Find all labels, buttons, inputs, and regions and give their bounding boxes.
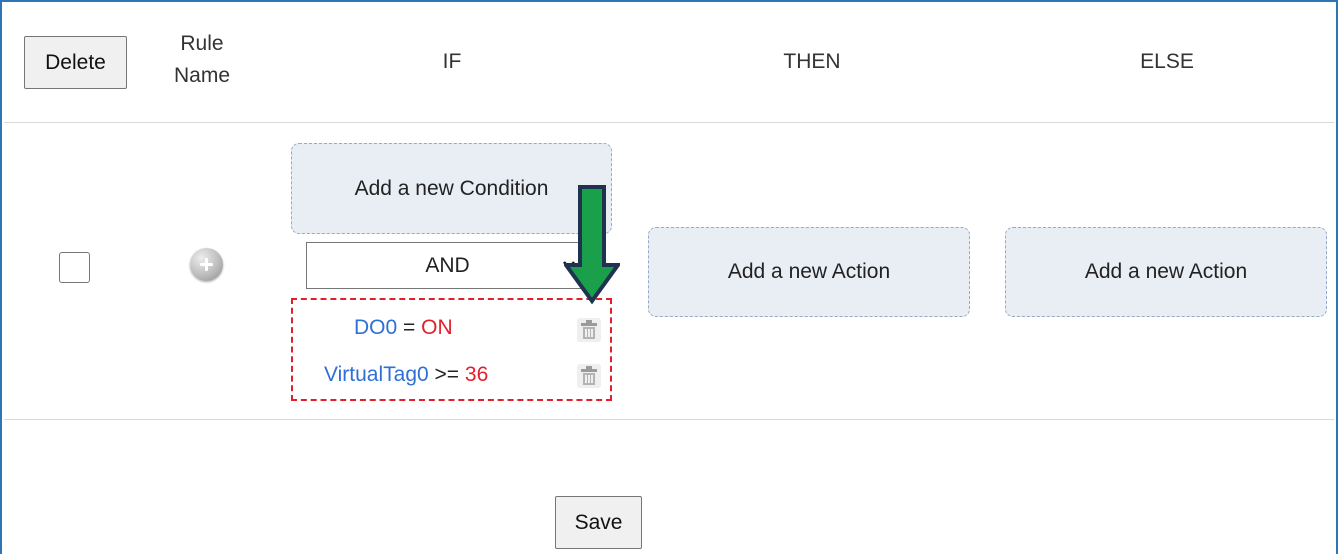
header-divider (4, 122, 1334, 123)
add-then-action-button[interactable]: Add a new Action (648, 227, 970, 317)
trash-icon[interactable] (576, 363, 602, 389)
if-header: IF (442, 50, 462, 73)
rule-select-checkbox[interactable] (59, 252, 90, 283)
condition-row[interactable]: DO0 = ON (354, 316, 453, 340)
rule-name-header: Rule Name (162, 28, 242, 92)
rule-name-header-line2: Name (173, 64, 231, 87)
add-else-action-button[interactable]: Add a new Action (1005, 227, 1327, 317)
logic-operator-value: AND (425, 254, 470, 277)
condition-tag: VirtualTag0 (324, 363, 429, 386)
condition-operator: = (403, 316, 416, 339)
down-arrow-icon (564, 185, 620, 305)
rule-name-header-line1: Rule (180, 32, 224, 55)
condition-value: 36 (464, 363, 489, 386)
conditions-highlight-box: DO0 = ON VirtualTag0 >= 36 (291, 298, 612, 401)
condition-value: ON (421, 316, 453, 339)
trash-icon[interactable] (576, 317, 602, 343)
condition-operator: >= (434, 363, 460, 386)
condition-tag: DO0 (354, 316, 398, 339)
else-header: ELSE (1140, 50, 1194, 73)
logic-operator-select[interactable]: AND (306, 242, 589, 289)
row-divider (4, 419, 1334, 420)
plus-circle-icon[interactable] (190, 248, 223, 281)
then-header: THEN (783, 50, 841, 73)
save-button[interactable]: Save (555, 496, 642, 549)
condition-row[interactable]: VirtualTag0 >= 36 (324, 363, 488, 387)
rules-panel: Delete Rule Name IF THEN ELSE Add a new … (0, 0, 1338, 554)
delete-button[interactable]: Delete (24, 36, 127, 89)
